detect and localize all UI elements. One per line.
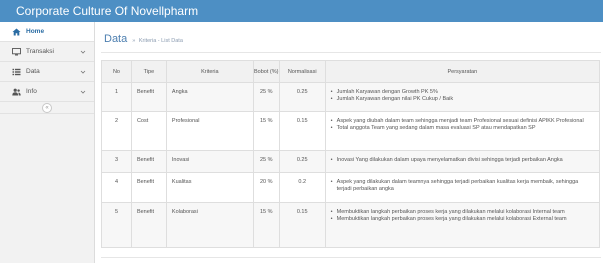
chevron-down-icon — [80, 50, 86, 54]
breadcrumb-separator-icon: » — [132, 38, 136, 44]
monitor-icon — [12, 47, 21, 56]
breadcrumb-item: List Data — [161, 38, 183, 44]
cell-bobot: 25 % — [252, 150, 280, 173]
sidebar-item-label: Info — [26, 88, 37, 95]
column-header-tipe[interactable]: Tipe — [130, 60, 167, 83]
requirement-item: Inovasi Yang dilakukan dalam upaya menye… — [331, 157, 594, 164]
cell-normalisasi: 0.15 — [278, 111, 326, 151]
cell-normalisasi: 0.25 — [278, 150, 326, 173]
cell-kriteria: Kualitas — [165, 172, 254, 203]
cell-kriteria: Profesional — [165, 111, 254, 151]
column-header-bobot[interactable]: Bobot (%) — [252, 60, 280, 83]
column-header-no[interactable]: No — [101, 60, 132, 83]
column-header-kriteria[interactable]: Kriteria — [165, 60, 254, 83]
sidebar-item-label: Transaksi — [26, 48, 54, 55]
cell-tipe: Benefit — [130, 202, 167, 248]
cell-tipe: Benefit — [130, 172, 167, 203]
chevron-down-icon — [80, 90, 86, 94]
header-divider — [101, 52, 601, 53]
cell-no: 2 — [101, 111, 132, 151]
cell-persyaratan: Membuktikan langkah perbaikan proses ker… — [324, 202, 601, 248]
requirement-item: Membuktikan langkah perbaikan proses ker… — [331, 209, 594, 216]
cell-tipe: Benefit — [130, 150, 167, 173]
page-header: Data » Kriteria - List Data — [104, 33, 183, 45]
cell-bobot: 25 % — [252, 82, 280, 112]
cell-kriteria: Kolaborasi — [165, 202, 254, 248]
page-title: Data — [104, 33, 128, 45]
breadcrumb: » Kriteria - List Data — [132, 38, 183, 44]
top-navbar: Corporate Culture Of Novellpharm — [0, 0, 603, 22]
cell-kriteria: Angka — [165, 82, 254, 112]
kriteria-table: No Tipe Kriteria Bobot (%) Normalisasi P… — [101, 60, 601, 248]
table-row[interactable]: 1 Benefit Angka 25 % 0.25 Jumlah Karyawa… — [101, 82, 601, 112]
cell-persyaratan: Jumlah Karyawan dengan Growth PK 5% Juml… — [324, 82, 601, 112]
cell-kriteria: Inovasi — [165, 150, 254, 173]
home-icon — [12, 28, 21, 36]
app-title[interactable]: Corporate Culture Of Novellpharm — [16, 3, 198, 19]
requirement-item: Membuktikan langkah perbaikan proses ker… — [331, 216, 594, 223]
list-icon — [12, 68, 21, 76]
table-row[interactable]: 2 Cost Profesional 15 % 0.15 Aspek yang … — [101, 111, 601, 151]
requirement-item: Jumlah Karyawan dengan nilai PK Cukup / … — [331, 96, 594, 103]
table-header-row: No Tipe Kriteria Bobot (%) Normalisasi P… — [101, 60, 601, 83]
footer-divider — [101, 257, 601, 258]
cell-bobot: 15 % — [252, 202, 280, 248]
table-row[interactable]: 3 Benefit Inovasi 25 % 0.25 Inovasi Yang… — [101, 150, 601, 173]
sidebar-item-info[interactable]: Info — [0, 82, 94, 102]
breadcrumb-item: Kriteria — [138, 38, 157, 44]
requirement-item: Total anggota Team yang sedang dalam mas… — [331, 125, 594, 132]
sidebar-collapse-row: « — [0, 102, 94, 114]
cell-bobot: 20 % — [252, 172, 280, 203]
column-header-normalisasi[interactable]: Normalisasi — [278, 60, 326, 83]
table-row[interactable]: 5 Benefit Kolaborasi 15 % 0.15 Membuktik… — [101, 202, 601, 248]
cell-no: 3 — [101, 150, 132, 173]
cell-no: 4 — [101, 172, 132, 203]
cell-persyaratan: Aspek yang diubah dalam team sehingga me… — [324, 111, 601, 151]
column-header-persyaratan[interactable]: Persyaratan — [324, 60, 601, 83]
sidebar-item-home[interactable]: Home — [0, 22, 94, 42]
requirement-item: Aspek yang diubah dalam team sehingga me… — [331, 118, 594, 125]
sidebar-item-data[interactable]: Data — [0, 62, 94, 82]
cell-persyaratan: Inovasi Yang dilakukan dalam upaya menye… — [324, 150, 601, 173]
sidebar-item-transaksi[interactable]: Transaksi — [0, 42, 94, 62]
requirement-item: Aspek yang dilakukan dalam teamnya sehin… — [331, 179, 594, 193]
users-icon — [12, 88, 21, 96]
chevron-down-icon — [80, 70, 86, 74]
cell-normalisasi: 0.2 — [278, 172, 326, 203]
sidebar: Home Transaksi Data Info « — [0, 22, 95, 263]
breadcrumb-separator-icon: - — [157, 38, 160, 44]
cell-normalisasi: 0.25 — [278, 82, 326, 112]
cell-tipe: Cost — [130, 111, 167, 151]
requirement-item: Jumlah Karyawan dengan Growth PK 5% — [331, 89, 594, 96]
cell-no: 1 — [101, 82, 132, 112]
sidebar-collapse-button[interactable]: « — [42, 102, 52, 113]
cell-normalisasi: 0.15 — [278, 202, 326, 248]
sidebar-item-label: Home — [26, 28, 45, 35]
table-row[interactable]: 4 Benefit Kualitas 20 % 0.2 Aspek yang d… — [101, 172, 601, 203]
cell-tipe: Benefit — [130, 82, 167, 112]
cell-no: 5 — [101, 202, 132, 248]
cell-bobot: 15 % — [252, 111, 280, 151]
sidebar-item-label: Data — [26, 68, 40, 75]
cell-persyaratan: Aspek yang dilakukan dalam teamnya sehin… — [324, 172, 601, 203]
